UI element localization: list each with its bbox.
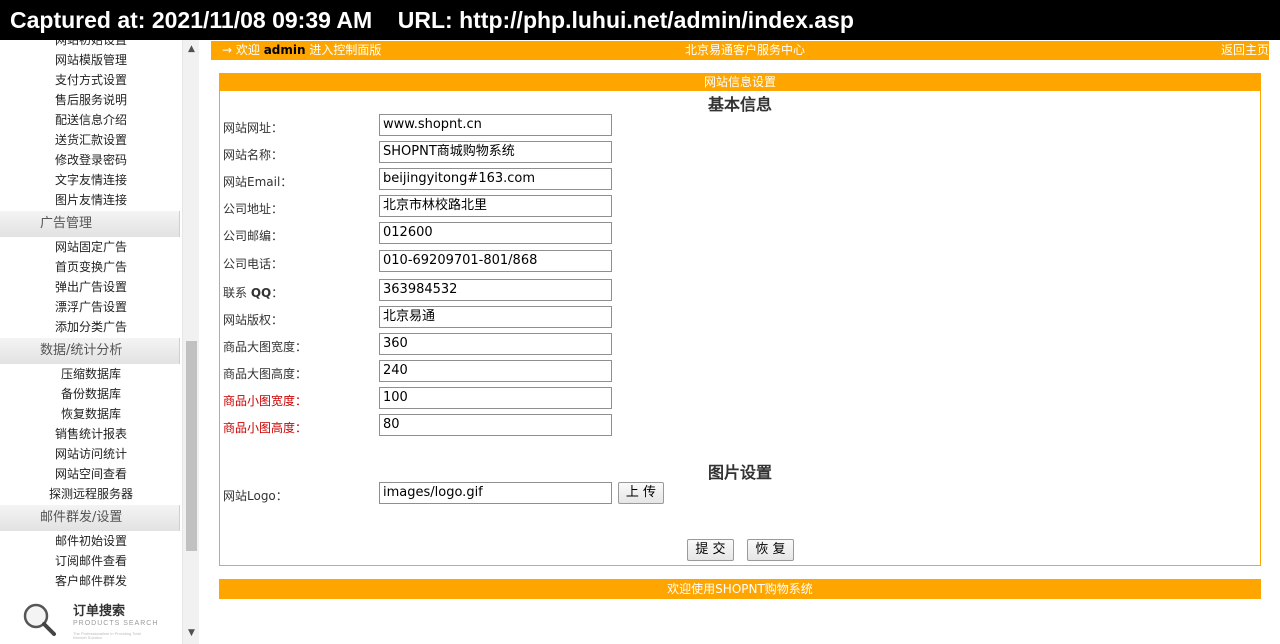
label-site-name: 网站名称： — [223, 148, 284, 162]
scrollbar-thumb[interactable] — [186, 341, 197, 551]
copyright-input[interactable]: 北京易通 — [379, 306, 612, 328]
footer-bar: 欢迎使用SHOPNT购物系统 — [219, 579, 1261, 599]
label-qq: 联系 QQ： — [223, 286, 284, 300]
service-center-title: 北京易通客户服务中心 — [685, 43, 806, 57]
welcome-text: → 欢迎 admin 进入控制面版 — [222, 43, 382, 57]
magnifier-icon — [23, 603, 56, 636]
sidebar-item-site-init[interactable]: 网站初始设置 — [0, 40, 182, 50]
sidebar-item-compress-db[interactable]: 压缩数据库 — [0, 364, 182, 384]
sidebar-item-backup-db[interactable]: 备份数据库 — [0, 384, 182, 404]
order-search-tagline: The Professionalism in Providing Total I… — [73, 631, 141, 640]
sidebar-group-mail: 邮件初始设置 订阅邮件查看 客户邮件群发 — [0, 531, 182, 591]
label-small-width: 商品小图宽度： — [223, 394, 308, 408]
sidebar-head-mail[interactable]: 邮件群发/设置 — [0, 505, 180, 531]
sidebar-item-restore-db[interactable]: 恢复数据库 — [0, 404, 182, 424]
label-logo: 网站Logo： — [223, 489, 288, 503]
sidebar-item-payment[interactable]: 支付方式设置 — [0, 70, 182, 90]
sidebar-item-text-links[interactable]: 文字友情连接 — [0, 170, 182, 190]
panel-header: 网站信息设置 — [220, 74, 1260, 91]
small-image-height-input[interactable]: 80 — [379, 414, 612, 436]
site-email-input[interactable]: beijingyitong#163.com — [379, 168, 612, 190]
small-image-width-input[interactable]: 100 — [379, 387, 612, 409]
label-large-height: 商品大图高度： — [223, 367, 308, 381]
logo-path-input[interactable]: images/logo.gif — [379, 482, 612, 504]
sidebar-item-sales-report[interactable]: 销售统计报表 — [0, 424, 182, 444]
image-settings-title: 图片设置 — [708, 463, 773, 482]
label-small-height: 商品小图高度： — [223, 421, 308, 435]
sidebar-group-ads: 网站固定广告 首页变换广告 弹出广告设置 漂浮广告设置 添加分类广告 — [0, 237, 182, 337]
sidebar-item-fixed-ad[interactable]: 网站固定广告 — [0, 237, 182, 257]
large-image-width-input[interactable]: 360 — [379, 333, 612, 355]
sidebar-item-visit-stats[interactable]: 网站访问统计 — [0, 444, 182, 464]
order-search-subtitle: PRODUCTS SEARCH — [73, 620, 159, 627]
company-address-input[interactable]: 北京市林校路北里 — [379, 195, 612, 217]
sidebar-item-template[interactable]: 网站模版管理 — [0, 50, 182, 70]
sidebar-scrollbar[interactable]: ▲ ▼ — [182, 40, 199, 644]
sidebar-item-mass-mail[interactable]: 客户邮件群发 — [0, 571, 182, 591]
phone-input[interactable]: 010-69209701-801/868 — [379, 250, 612, 272]
sidebar-item-image-links[interactable]: 图片友情连接 — [0, 190, 182, 210]
sidebar-item-rotating-ad[interactable]: 首页变换广告 — [0, 257, 182, 277]
sidebar-item-remittance[interactable]: 送货汇款设置 — [0, 130, 182, 150]
label-postcode: 公司邮编： — [223, 229, 284, 243]
sidebar-item-category-ad[interactable]: 添加分类广告 — [0, 317, 182, 337]
upload-button[interactable]: 上 传 — [618, 482, 664, 504]
site-info-panel: 网站信息设置 基本信息 网站网址： www.shopnt.cn 网站名称： SH… — [219, 73, 1261, 566]
sidebar-item-after-sales[interactable]: 售后服务说明 — [0, 90, 182, 110]
postcode-input[interactable]: 012600 — [379, 222, 612, 244]
label-large-width: 商品大图宽度： — [223, 340, 308, 354]
basic-info-title: 基本信息 — [708, 95, 773, 114]
site-name-input[interactable]: SHOPNT商城购物系统 — [379, 141, 612, 163]
reset-button[interactable]: 恢 复 — [747, 539, 794, 561]
sidebar-head-stats[interactable]: 数据/统计分析 — [0, 338, 180, 364]
sidebar-group-site: 网站初始设置 网站模版管理 支付方式设置 售后服务说明 配送信息介绍 送货汇款设… — [0, 40, 182, 210]
scroll-down-arrow-icon[interactable]: ▼ — [183, 626, 200, 640]
submit-button[interactable]: 提 交 — [687, 539, 734, 561]
admin-username: admin — [263, 43, 306, 57]
label-site-url: 网站网址： — [223, 121, 284, 135]
sidebar-group-stats: 压缩数据库 备份数据库 恢复数据库 销售统计报表 网站访问统计 网站空间查看 探… — [0, 364, 182, 504]
sidebar-item-delivery-info[interactable]: 配送信息介绍 — [0, 110, 182, 130]
sidebar-item-subscriptions[interactable]: 订阅邮件查看 — [0, 551, 182, 571]
site-url-input[interactable]: www.shopnt.cn — [379, 114, 612, 136]
scroll-up-arrow-icon[interactable]: ▲ — [183, 42, 200, 56]
label-company-address: 公司地址： — [223, 202, 284, 216]
order-search-banner[interactable]: 订单搜索 PRODUCTS SEARCH The Professionalism… — [10, 595, 182, 644]
label-site-email: 网站Email： — [223, 175, 293, 189]
capture-banner: Captured at: 2021/11/08 09:39 AM URL: ht… — [0, 0, 1280, 40]
large-image-height-input[interactable]: 240 — [379, 360, 612, 382]
sidebar-item-space-view[interactable]: 网站空间查看 — [0, 464, 182, 484]
qq-input[interactable]: 363984532 — [379, 279, 612, 301]
sidebar: 网站初始设置 网站模版管理 支付方式设置 售后服务说明 配送信息介绍 送货汇款设… — [0, 40, 182, 644]
sidebar-head-ads[interactable]: 广告管理 — [0, 211, 180, 237]
sidebar-item-floating-ad[interactable]: 漂浮广告设置 — [0, 297, 182, 317]
order-search-title: 订单搜索 — [73, 604, 126, 619]
home-link[interactable]: 返回主页 — [1221, 41, 1269, 60]
sidebar-item-mail-init[interactable]: 邮件初始设置 — [0, 531, 182, 551]
sidebar-item-probe-server[interactable]: 探测远程服务器 — [0, 484, 182, 504]
label-copyright: 网站版权： — [223, 313, 284, 327]
label-phone: 公司电话： — [223, 257, 284, 271]
sidebar-item-popup-ad[interactable]: 弹出广告设置 — [0, 277, 182, 297]
sidebar-item-change-password[interactable]: 修改登录密码 — [0, 150, 182, 170]
top-status-bar: → 欢迎 admin 进入控制面版 北京易通客户服务中心 返回主页 — [211, 41, 1269, 60]
